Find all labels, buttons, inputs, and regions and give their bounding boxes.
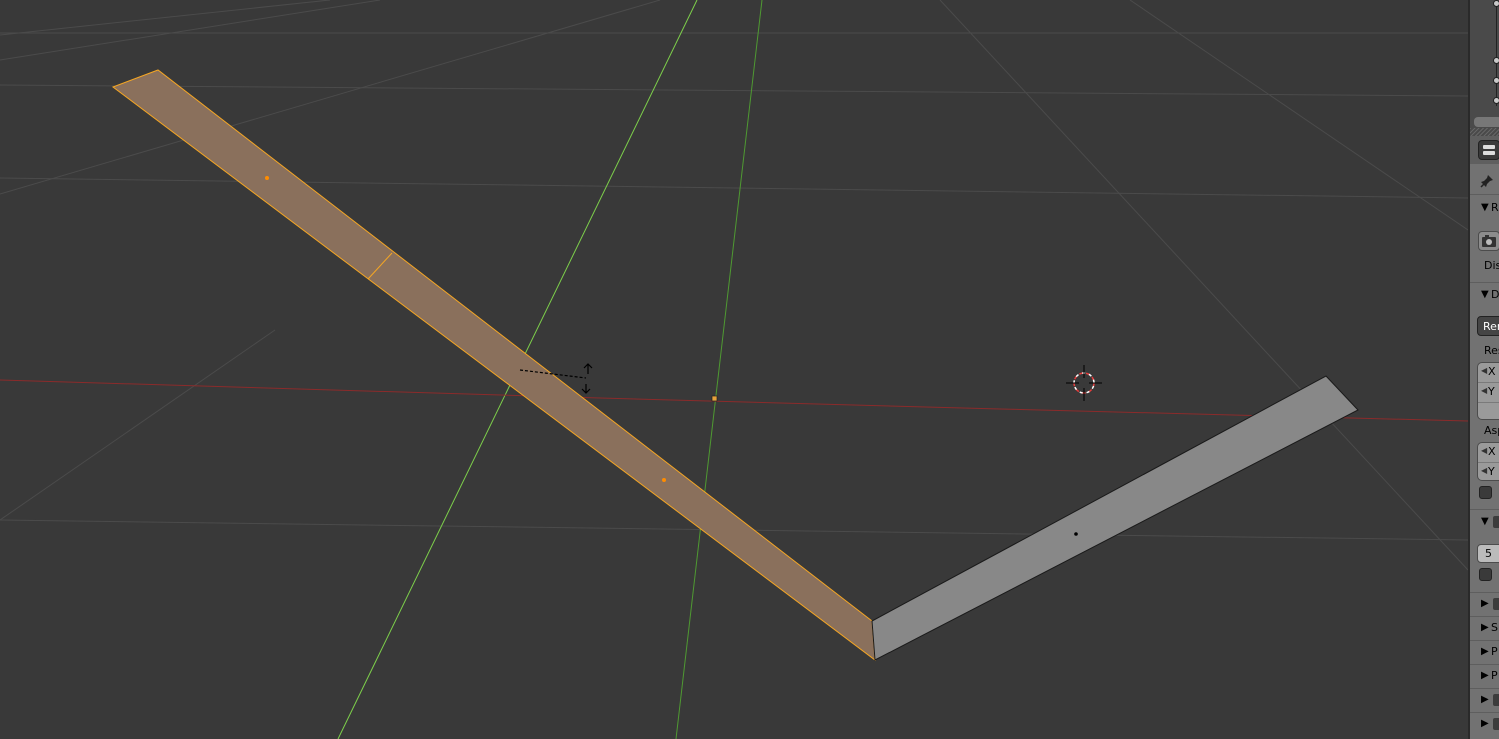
panel-separator (1470, 712, 1499, 713)
display-row: Disp (1470, 260, 1499, 282)
panel-expand-icon: ▼ (1481, 202, 1489, 213)
aspect-field-group: ◀ X ◀ Y (1477, 442, 1499, 481)
panel-separator (1470, 592, 1499, 593)
render-image-button[interactable] (1478, 231, 1499, 251)
panel-enable-toggle-icon[interactable] (1493, 718, 1499, 730)
panel-separator (1470, 616, 1499, 617)
panel-expand-icon: ▼ (1481, 516, 1489, 527)
render-presets-label: Ren (1483, 320, 1499, 333)
panel-title: P (1491, 645, 1498, 658)
border-checkbox[interactable] (1479, 486, 1492, 499)
outliner-scrollbar[interactable] (1474, 117, 1499, 127)
viewport-canvas[interactable] (0, 0, 1468, 739)
panel-separator (1470, 282, 1499, 283)
face-center-dot (662, 478, 666, 482)
blender-window: ▼ R Disp ▼ D Ren Reso ◀ X (0, 0, 1499, 739)
outliner-expand-icon[interactable] (1493, 77, 1499, 84)
panel-expand-icon: ▼ (1481, 289, 1489, 300)
unselected-strip-mesh[interactable] (871, 375, 1359, 661)
panel-title: S (1491, 621, 1498, 634)
panel-title: P (1491, 669, 1498, 682)
panel-enable-toggle-icon[interactable] (1493, 598, 1499, 610)
resolution-field-group: ◀ X ◀ Y (1477, 362, 1499, 420)
panel-collapse-icon: ▶ (1481, 598, 1489, 609)
grid-floor (0, 0, 1468, 571)
outliner-expand-icon[interactable] (1493, 57, 1499, 64)
pin-row (1470, 170, 1499, 192)
aspect-label: Asp (1484, 424, 1499, 437)
outliner-tree-line (1496, 0, 1497, 106)
face-center-dot (1074, 532, 1078, 536)
x-axis-line (0, 379, 1468, 422)
properties-editor-icon (1483, 145, 1495, 155)
object-origin-point[interactable] (711, 395, 718, 402)
resolution-label: Reso (1484, 344, 1499, 357)
aspect-y-field[interactable]: ◀ Y (1478, 463, 1499, 480)
decrement-arrow-icon[interactable]: ◀ (1481, 446, 1487, 455)
panel-title: D (1491, 288, 1499, 301)
3d-viewport[interactable] (0, 0, 1468, 739)
panel-separator (1470, 509, 1499, 510)
panel-collapse-icon: ▶ (1481, 670, 1489, 681)
decrement-arrow-icon[interactable]: ◀ (1481, 386, 1487, 395)
editor-type-button[interactable] (1478, 140, 1499, 160)
panel-separator (1470, 194, 1499, 195)
outliner-panel[interactable] (1470, 0, 1499, 136)
resolution-percentage-field[interactable] (1478, 403, 1499, 419)
pin-icon[interactable] (1479, 173, 1495, 189)
panel-enable-toggle-icon[interactable] (1493, 516, 1499, 528)
panel-header-render[interactable]: ▼ R (1470, 202, 1499, 224)
panel-collapse-icon: ▶ (1481, 622, 1489, 633)
panel-collapse-icon: ▶ (1481, 718, 1489, 729)
panel-header-dimensions[interactable]: ▼ D (1470, 289, 1499, 311)
panel-separator (1470, 664, 1499, 665)
panel-separator (1470, 640, 1499, 641)
resolution-y-field[interactable]: ◀ Y (1478, 383, 1499, 403)
face-center-dot (265, 176, 269, 180)
properties-header (1470, 136, 1499, 164)
resolution-x-field[interactable]: ◀ X (1478, 363, 1499, 383)
panel-header-output[interactable]: ▶ (1470, 718, 1499, 739)
display-label: Disp (1484, 259, 1499, 272)
region-resize-handle[interactable] (1470, 128, 1499, 136)
outliner-expand-icon[interactable] (1493, 0, 1499, 7)
panel-collapse-icon: ▶ (1481, 646, 1489, 657)
panel-header-antialiasing[interactable]: ▼ (1470, 516, 1499, 538)
panel-enable-toggle-icon[interactable] (1493, 694, 1499, 706)
decrement-arrow-icon[interactable]: ◀ (1481, 466, 1487, 475)
3d-cursor-icon[interactable] (1066, 365, 1102, 401)
outliner-expand-icon[interactable] (1493, 97, 1499, 104)
render-presets-dropdown[interactable]: Ren (1477, 316, 1499, 336)
full-sample-checkbox[interactable] (1479, 568, 1492, 581)
aspect-x-field[interactable]: ◀ X (1478, 443, 1499, 463)
aa-samples-field[interactable]: 5 (1477, 544, 1499, 563)
panel-collapse-icon: ▶ (1481, 694, 1489, 705)
properties-editor[interactable]: ▼ R Disp ▼ D Ren Reso ◀ X (1470, 136, 1499, 739)
panel-title: R (1491, 201, 1499, 214)
panel-separator (1470, 688, 1499, 689)
y-axis-line-secondary (675, 0, 763, 739)
camera-icon (1482, 235, 1496, 247)
decrement-arrow-icon[interactable]: ◀ (1481, 366, 1487, 375)
selected-strip-mesh[interactable] (111, 69, 876, 662)
